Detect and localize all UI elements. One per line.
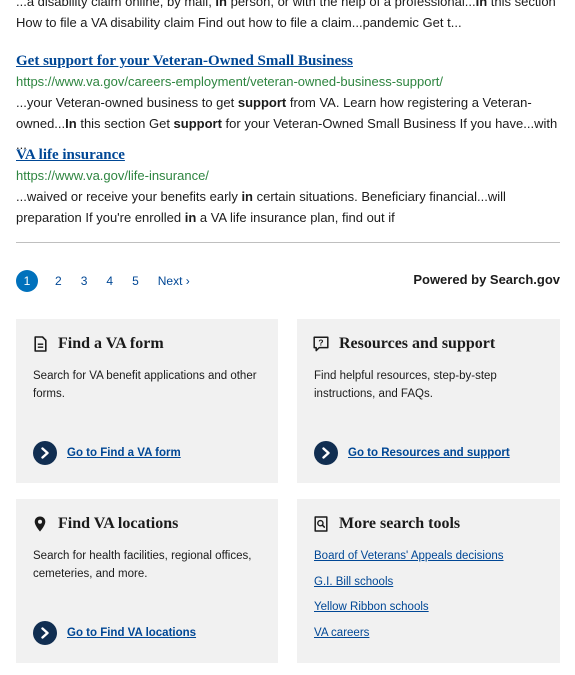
gi-bill-schools-link[interactable]: G.I. Bill schools: [314, 573, 504, 591]
page-5-link[interactable]: 5: [132, 270, 139, 292]
go-to-find-va-form-link[interactable]: Go to Find a VA form: [33, 441, 181, 465]
result-title-link[interactable]: Get support for your Veteran-Owned Small…: [16, 51, 353, 71]
find-va-locations-card: Find VA locations Search for health faci…: [16, 499, 278, 663]
result-url: https://www.va.gov/life-insurance/: [16, 168, 209, 183]
page-4-link[interactable]: 4: [106, 270, 113, 292]
card-title: More search tools: [339, 515, 461, 532]
card-title: Find VA locations: [58, 515, 179, 532]
chevron-right-icon: [33, 441, 57, 465]
card-description: Find helpful resources, step-by-step ins…: [314, 370, 497, 400]
resources-support-card: ? Resources and support Find helpful res…: [297, 319, 560, 483]
board-of-veterans-appeals-link[interactable]: Board of Veterans' Appeals decisions: [314, 547, 504, 565]
find-va-form-card: Find a VA form Search for VA benefit app…: [16, 319, 278, 483]
result-url: https://www.va.gov/careers-employment/ve…: [16, 74, 444, 89]
next-page-link[interactable]: Next ›: [158, 274, 190, 288]
page-1-link[interactable]: 1: [16, 270, 38, 292]
powered-by-label: Powered by Search.gov: [413, 272, 560, 287]
map-marker-icon: [32, 515, 48, 533]
result-title-link[interactable]: VA life insurance: [16, 145, 125, 165]
question-icon: ?: [313, 335, 329, 353]
search-result-item: Get support for your Veteran-Owned Small…: [16, 51, 561, 155]
svg-text:?: ?: [318, 337, 323, 347]
result-snippet-previous: ...a disability claim online, by mail, i…: [16, 0, 556, 30]
search-document-icon: [313, 515, 329, 533]
chevron-right-icon: [314, 441, 338, 465]
card-description: Search for health facilities, regional o…: [33, 550, 252, 580]
pagination: 1 2 3 4 5 Next ›: [16, 270, 190, 292]
search-tools-list: Board of Veterans' Appeals decisions G.I…: [314, 547, 504, 649]
document-icon: [32, 335, 48, 353]
card-description: Search for VA benefit applications and o…: [33, 370, 257, 400]
go-to-resources-support-link[interactable]: Go to Resources and support: [314, 441, 510, 465]
search-result-item: VA life insurance https://www.va.gov/lif…: [16, 145, 561, 228]
search-results-page: ...a disability claim online, by mail, i…: [0, 0, 575, 675]
card-title: Resources and support: [339, 335, 496, 352]
chevron-right-icon: [33, 621, 57, 645]
go-to-find-va-locations-link[interactable]: Go to Find VA locations: [33, 621, 196, 645]
card-title: Find a VA form: [58, 335, 164, 352]
yellow-ribbon-schools-link[interactable]: Yellow Ribbon schools: [314, 598, 504, 616]
more-search-tools-card: More search tools Board of Veterans' App…: [297, 499, 560, 663]
page-3-link[interactable]: 3: [81, 270, 88, 292]
results-divider: [16, 242, 560, 243]
va-careers-link[interactable]: VA careers: [314, 624, 504, 642]
result-snippet: ...waived or receive your benefits early…: [16, 189, 506, 225]
page-2-link[interactable]: 2: [55, 270, 62, 292]
